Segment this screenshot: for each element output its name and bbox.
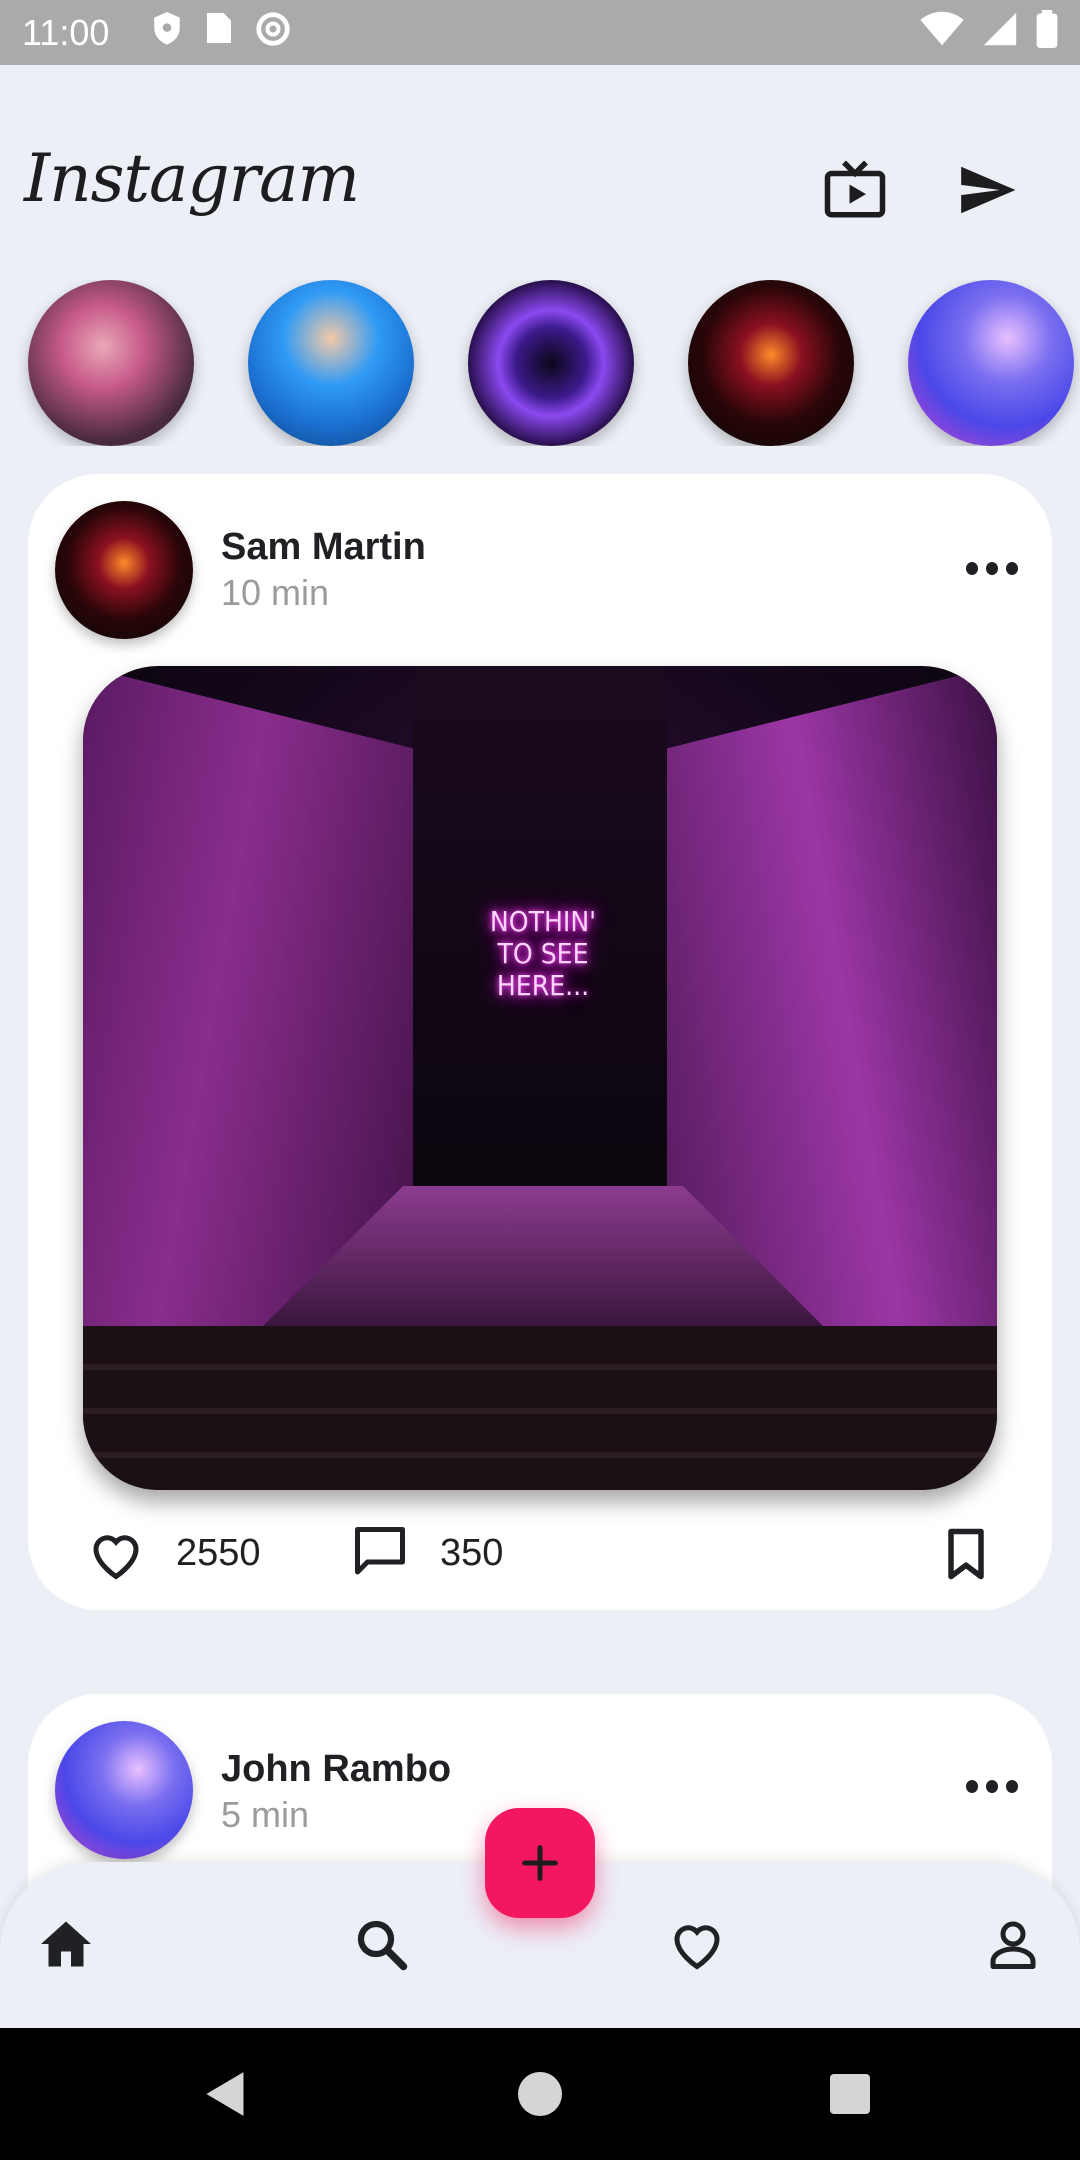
system-navigation-bar <box>0 2028 1080 2160</box>
user-avatar[interactable] <box>55 501 193 639</box>
story-avatar[interactable] <box>908 280 1074 446</box>
post-username[interactable]: Sam Martin <box>221 526 426 569</box>
story-avatar[interactable] <box>688 280 854 446</box>
at-sign-icon <box>256 12 290 46</box>
battery-icon <box>1036 10 1058 48</box>
user-avatar[interactable] <box>55 1721 193 1859</box>
post-time: 10 min <box>221 572 330 613</box>
comment-count: 350 <box>440 1532 504 1574</box>
tv-icon[interactable] <box>822 157 888 223</box>
comment-icon[interactable] <box>350 1522 410 1582</box>
send-icon[interactable] <box>956 159 1018 221</box>
shield-icon <box>154 12 180 45</box>
story-avatar[interactable] <box>28 280 194 446</box>
post-actions: 2550 350 <box>28 1514 1052 1594</box>
story-avatar[interactable] <box>248 280 414 446</box>
like-heart-icon[interactable] <box>86 1524 146 1584</box>
post-card: Sam Martin 10 min NOTHIN' TO SEE HERE...… <box>28 474 1052 1610</box>
story-avatar[interactable] <box>468 280 634 446</box>
home-circle-icon[interactable] <box>518 2072 562 2116</box>
post-image[interactable]: NOTHIN' TO SEE HERE... <box>83 666 997 1490</box>
status-bar: 11:00 <box>0 0 1080 65</box>
back-icon[interactable] <box>204 2070 248 2118</box>
recents-icon[interactable] <box>830 2074 870 2114</box>
bookmark-icon[interactable] <box>936 1524 996 1584</box>
search-icon[interactable] <box>351 1914 411 1974</box>
heart-icon[interactable] <box>667 1914 727 1974</box>
like-count: 2550 <box>176 1532 261 1574</box>
plus-icon <box>522 1845 558 1881</box>
profile-icon[interactable] <box>983 1914 1043 1974</box>
wifi-icon <box>920 11 964 46</box>
post-time: 5 min <box>221 1794 310 1835</box>
stories-row <box>0 280 1080 446</box>
more-options-icon[interactable] <box>966 562 1018 582</box>
home-icon[interactable] <box>36 1914 96 1974</box>
neon-sign-text: NOTHIN' TO SEE HERE... <box>489 905 597 1002</box>
sim-card-icon <box>207 13 231 43</box>
instagram-logo: Instagram <box>24 140 360 217</box>
more-options-icon[interactable] <box>966 1780 1018 1800</box>
add-post-button[interactable] <box>485 1808 595 1918</box>
status-time: 11:00 <box>22 12 110 53</box>
signal-icon <box>983 12 1017 46</box>
app-header: Instagram <box>0 65 1080 275</box>
post-username[interactable]: John Rambo <box>221 1748 451 1791</box>
